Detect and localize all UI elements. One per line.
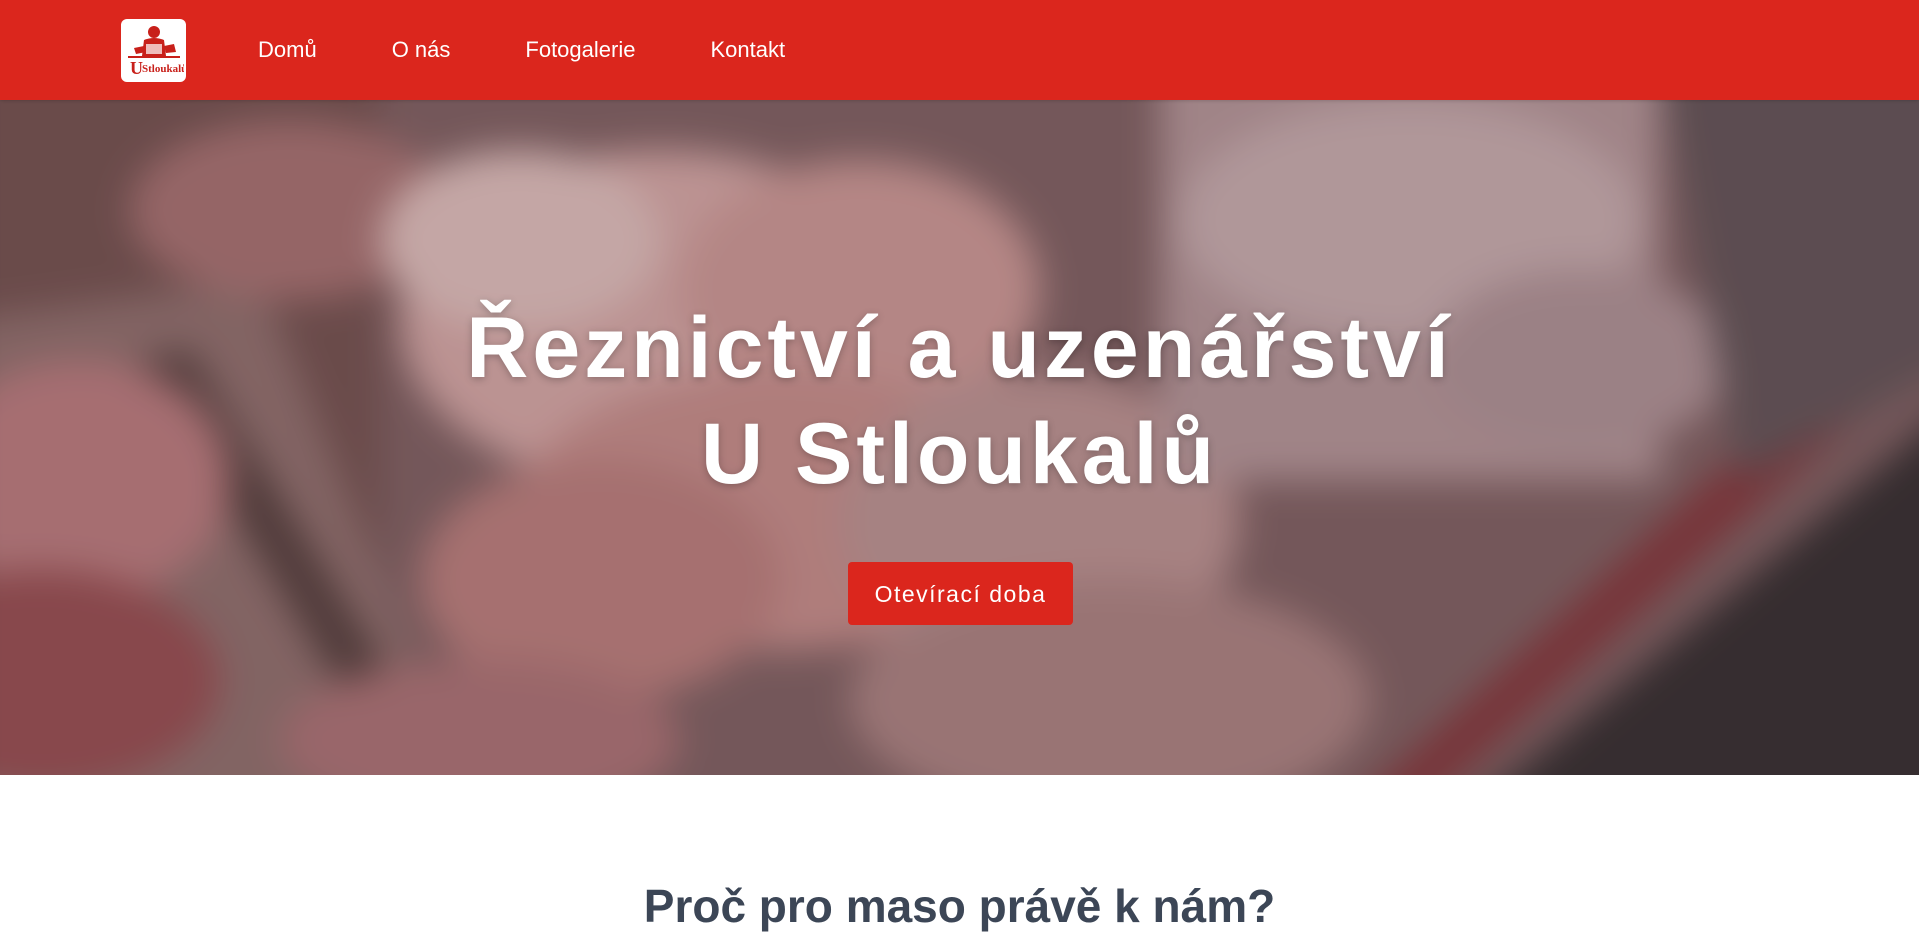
site-header: U Stloukalů Domů O nás Fotogalerie Konta… [0, 0, 1919, 100]
nav-item-kontakt[interactable]: Kontakt [710, 0, 785, 100]
logo[interactable]: U Stloukalů [121, 19, 186, 82]
hero-section: Řeznictví a uzenářství U Stloukalů Oteví… [0, 100, 1919, 775]
opening-hours-button[interactable]: Otevírací doba [848, 562, 1073, 625]
nav-item-domu[interactable]: Domů [258, 0, 317, 100]
hero-title: Řeznictví a uzenářství U Stloukalů [0, 295, 1919, 507]
nav-item-o-nas[interactable]: O nás [392, 0, 451, 100]
nav-item-fotogalerie[interactable]: Fotogalerie [525, 0, 635, 100]
hero-title-line2: U Stloukalů [700, 406, 1219, 502]
hero-title-line1: Řeznictví a uzenářství [466, 300, 1453, 396]
butcher-logo-icon: U Stloukalů [123, 21, 184, 80]
section-heading: Proč pro maso právě k nám? [643, 880, 1276, 932]
logo-name: Stloukalů [142, 63, 184, 75]
main-nav: Domů O nás Fotogalerie Kontakt [258, 0, 785, 100]
